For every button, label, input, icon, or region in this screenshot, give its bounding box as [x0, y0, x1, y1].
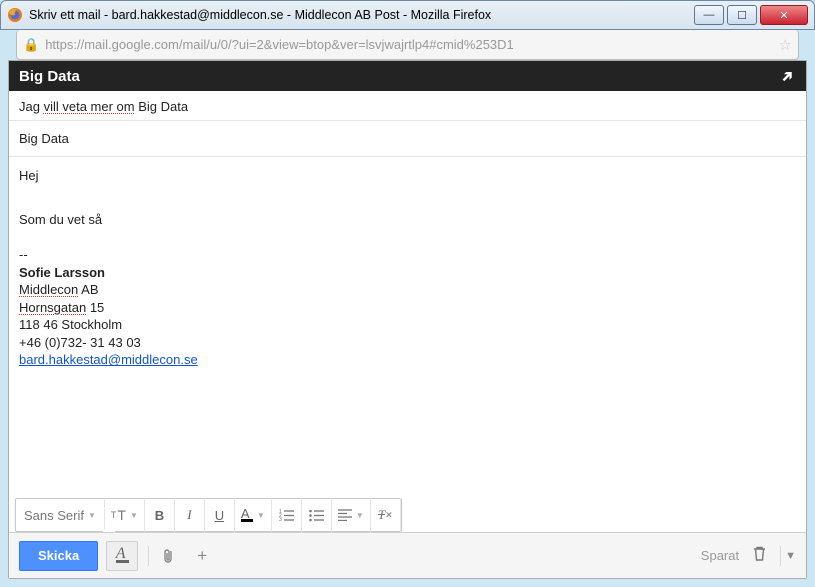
chevron-down-icon: ▼	[88, 511, 96, 520]
compose-body[interactable]: Hej Som du vet så -- Sofie Larsson Middl…	[9, 157, 806, 487]
insert-more-button[interactable]: +	[187, 541, 217, 571]
bold-button[interactable]: B	[145, 498, 175, 532]
send-button[interactable]: Skicka	[19, 541, 98, 571]
maximize-button[interactable]: ☐	[727, 5, 757, 25]
attach-button[interactable]	[153, 541, 183, 571]
saved-label: Sparat	[701, 548, 739, 563]
popout-icon[interactable]: ➔	[777, 65, 799, 87]
signature-block: -- Sofie Larsson Middlecon AB Hornsgatan…	[19, 246, 796, 369]
font-family-select[interactable]: Sans Serif▼	[16, 498, 105, 532]
chevron-down-icon: ▼	[257, 511, 265, 520]
underline-button[interactable]: U	[205, 498, 235, 532]
numbered-list-button[interactable]: 123	[272, 498, 302, 532]
chevron-down-icon: ▼	[130, 511, 138, 520]
bullet-list-button[interactable]	[302, 498, 332, 532]
body-line: Som du vet så	[19, 211, 796, 229]
lock-icon: 🔒	[23, 37, 39, 53]
body-greeting: Hej	[19, 167, 796, 185]
signature-name: Sofie Larsson	[19, 264, 796, 282]
chevron-down-icon: ▼	[356, 511, 364, 520]
trash-icon	[753, 546, 766, 561]
discard-button[interactable]	[753, 546, 766, 566]
subject-text: Big Data	[19, 131, 69, 146]
subject-row[interactable]: Big Data	[9, 121, 806, 157]
bookmark-star-icon[interactable]: ☆	[779, 36, 792, 54]
formatting-toolbar: Sans Serif▼ TT▼ B I U A▼ 123 ▼	[15, 498, 402, 532]
window-chrome: Skriv ett mail - bard.hakkestad@middleco…	[0, 0, 815, 587]
firefox-icon	[7, 7, 23, 23]
compose-title: Big Data	[19, 68, 80, 85]
titlebar[interactable]: Skriv ett mail - bard.hakkestad@middleco…	[0, 0, 815, 30]
window-buttons: — ☐ ✕	[694, 5, 808, 25]
compose-window: Big Data ➔ Jag vill veta mer om Big Data…	[8, 60, 807, 579]
window-title: Skriv ett mail - bard.hakkestad@middleco…	[29, 8, 694, 22]
italic-button[interactable]: I	[175, 498, 205, 532]
signature-email-link[interactable]: bard.hakkestad@middlecon.se	[19, 352, 198, 367]
svg-text:3: 3	[279, 517, 282, 522]
align-button[interactable]: ▼	[332, 498, 371, 532]
minimize-button[interactable]: —	[694, 5, 724, 25]
toggle-formatting-button[interactable]: A	[106, 541, 138, 571]
spellcheck-underline: vill veta mer om	[44, 99, 135, 114]
paperclip-icon	[161, 547, 175, 565]
url-text: https://mail.google.com/mail/u/0/?ui=2&v…	[45, 37, 778, 52]
more-options-button[interactable]: ▼	[785, 550, 796, 562]
text-color-button[interactable]: A▼	[235, 498, 272, 532]
clear-formatting-button[interactable]: T✕	[371, 498, 401, 532]
compose-header[interactable]: Big Data ➔	[9, 61, 806, 91]
recipients-row[interactable]: Jag vill veta mer om Big Data	[9, 91, 806, 121]
compose-action-bar: Skicka A + Sparat ▼	[9, 532, 806, 578]
url-bar[interactable]: 🔒 https://mail.google.com/mail/u/0/?ui=2…	[16, 30, 799, 60]
close-button[interactable]: ✕	[760, 5, 808, 25]
